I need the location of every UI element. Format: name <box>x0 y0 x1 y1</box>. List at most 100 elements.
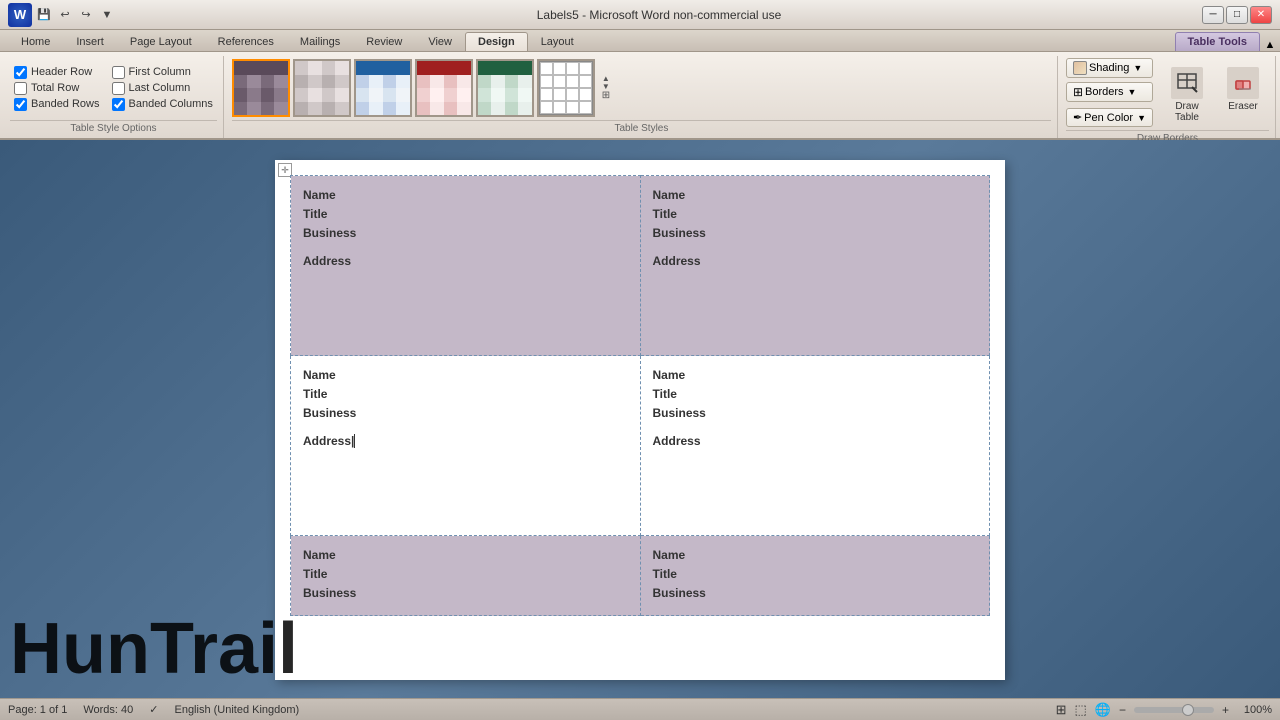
table-style-options-group: Header Row Total Row Banded Rows First C… <box>4 56 224 138</box>
borders-dropdown[interactable]: ⊞ Borders ▼ <box>1066 82 1153 102</box>
business-field-r1c1: Business <box>653 404 978 423</box>
header-row-checkbox[interactable]: Header Row <box>14 66 100 79</box>
view-normal-button[interactable]: ⊞ <box>1056 702 1067 718</box>
label-cell-r0c0[interactable]: Name Title Business Address <box>291 176 641 356</box>
table-style-3[interactable] <box>354 59 412 117</box>
title-field-r2c0: Title <box>303 565 628 584</box>
first-column-label: First Column <box>129 66 191 78</box>
word-logo: W <box>8 3 32 27</box>
total-row-input[interactable] <box>14 82 27 95</box>
ribbon: Header Row Total Row Banded Rows First C… <box>0 52 1280 140</box>
document-page: ✛ Name Title Business Address Nam <box>275 160 1005 680</box>
zoom-in-button[interactable]: + <box>1222 703 1229 717</box>
table-style-options-label: Table Style Options <box>10 120 217 136</box>
ribbon-tab-strip: Home Insert Page Layout References Maili… <box>0 30 1280 52</box>
zoom-out-button[interactable]: − <box>1119 703 1126 717</box>
last-column-input[interactable] <box>112 82 125 95</box>
table-row: Name Title Business Address| Name Title … <box>291 356 990 536</box>
zoom-slider[interactable] <box>1134 707 1214 713</box>
last-column-label: Last Column <box>129 82 191 94</box>
table-style-options-content: Header Row Total Row Banded Rows First C… <box>10 58 217 118</box>
draw-table-button[interactable]: DrawTable <box>1161 62 1213 128</box>
total-row-label: Total Row <box>31 82 79 94</box>
tab-insert[interactable]: Insert <box>63 32 117 51</box>
table-style-5[interactable] <box>476 59 534 117</box>
scroll-more-arrow[interactable]: ⊞ <box>602 91 610 101</box>
tab-layout[interactable]: Layout <box>528 32 587 51</box>
banded-columns-checkbox[interactable]: Banded Columns <box>112 98 213 111</box>
shading-borders-stack: Shading ▼ ⊞ Borders ▼ ✒ Pen Color ▼ <box>1066 58 1153 127</box>
banded-rows-input[interactable] <box>14 98 27 111</box>
draw-table-icon <box>1171 67 1203 99</box>
zoom-thumb[interactable] <box>1182 704 1194 716</box>
draw-table-label: DrawTable <box>1175 101 1199 123</box>
cell-content-r1c0: Name Title Business Address| <box>303 366 628 451</box>
zoom-level[interactable]: 100% <box>1237 704 1272 716</box>
shading-dropdown[interactable]: Shading ▼ <box>1066 58 1153 78</box>
banded-columns-input[interactable] <box>112 98 125 111</box>
borders-icon: ⊞ <box>1073 85 1083 99</box>
tab-mailings[interactable]: Mailings <box>287 32 353 51</box>
view-web-button[interactable]: 🌐 <box>1095 702 1111 718</box>
eraser-icon <box>1227 67 1259 99</box>
window-controls: ─ □ ✕ <box>1202 6 1272 24</box>
status-right: ⊞ ⬚ 🌐 − + 100% <box>1056 702 1272 718</box>
banded-columns-label: Banded Columns <box>129 98 213 110</box>
page-indicator: Page: 1 of 1 <box>8 704 67 716</box>
spell-check-icon[interactable]: ✓ <box>149 703 158 716</box>
label-cell-r1c0[interactable]: Name Title Business Address| <box>291 356 641 536</box>
cell-content-r2c0: Name Title Business <box>303 546 628 604</box>
name-field-r1c1: Name <box>653 366 978 385</box>
tab-page-layout[interactable]: Page Layout <box>117 32 205 51</box>
first-column-checkbox[interactable]: First Column <box>112 66 213 79</box>
style-scroll-buttons[interactable]: ▲ ▼ ⊞ <box>598 75 614 101</box>
total-row-checkbox[interactable]: Total Row <box>14 82 100 95</box>
shading-arrow: ▼ <box>1133 63 1142 73</box>
draw-buttons: DrawTable Eraser <box>1161 58 1269 128</box>
table-style-1[interactable] <box>232 59 290 117</box>
label-cell-r0c1[interactable]: Name Title Business Address <box>640 176 990 356</box>
first-column-input[interactable] <box>112 66 125 79</box>
shading-color-swatch <box>1073 61 1087 75</box>
cell-content-r2c1: Name Title Business <box>653 546 978 604</box>
label-table: Name Title Business Address Name Title B… <box>290 175 990 616</box>
language-indicator[interactable]: English (United Kingdom) <box>174 704 299 716</box>
business-field-r2c0: Business <box>303 584 628 603</box>
table-style-4[interactable] <box>415 59 473 117</box>
label-cell-r1c1[interactable]: Name Title Business Address <box>640 356 990 536</box>
table-style-6[interactable] <box>537 59 595 117</box>
pen-color-dropdown[interactable]: ✒ Pen Color ▼ <box>1066 108 1153 127</box>
ribbon-collapse-button[interactable]: ▲ <box>1260 39 1280 51</box>
maximize-button[interactable]: □ <box>1226 6 1248 24</box>
tab-view[interactable]: View <box>415 32 465 51</box>
title-bar-left: W 💾 ↩ ↪ ▼ <box>8 3 116 27</box>
last-column-checkbox[interactable]: Last Column <box>112 82 213 95</box>
title-field-r0c0: Title <box>303 205 628 224</box>
label-cell-r2c1[interactable]: Name Title Business <box>640 536 990 616</box>
tab-references[interactable]: References <box>205 32 287 51</box>
shading-label: Shading <box>1089 62 1129 74</box>
tab-home[interactable]: Home <box>8 32 63 51</box>
undo-button[interactable]: ↩ <box>56 6 74 24</box>
close-button[interactable]: ✕ <box>1250 6 1272 24</box>
banded-rows-checkbox[interactable]: Banded Rows <box>14 98 100 111</box>
table-styles-list: ▲ ▼ ⊞ <box>232 59 614 117</box>
header-row-input[interactable] <box>14 66 27 79</box>
save-button[interactable]: 💾 <box>35 6 53 24</box>
name-field-r0c0: Name <box>303 186 628 205</box>
eraser-button[interactable]: Eraser <box>1217 62 1269 117</box>
label-cell-r2c0[interactable]: Name Title Business <box>291 536 641 616</box>
view-fullscreen-button[interactable]: ⬚ <box>1074 702 1086 718</box>
pen-color-arrow: ▼ <box>1137 113 1146 123</box>
redo-button[interactable]: ↪ <box>77 6 95 24</box>
business-field-r2c1: Business <box>653 584 978 603</box>
pen-color-label: Pen Color <box>1084 112 1133 124</box>
banded-rows-label: Banded Rows <box>31 98 100 110</box>
tab-design[interactable]: Design <box>465 32 528 51</box>
window-title: Labels5 - Microsoft Word non-commercial … <box>537 8 782 22</box>
table-style-2[interactable] <box>293 59 351 117</box>
tab-review[interactable]: Review <box>353 32 415 51</box>
customize-qa[interactable]: ▼ <box>98 6 116 24</box>
checkbox-group-left: Header Row Total Row Banded Rows <box>10 62 104 115</box>
minimize-button[interactable]: ─ <box>1202 6 1224 24</box>
